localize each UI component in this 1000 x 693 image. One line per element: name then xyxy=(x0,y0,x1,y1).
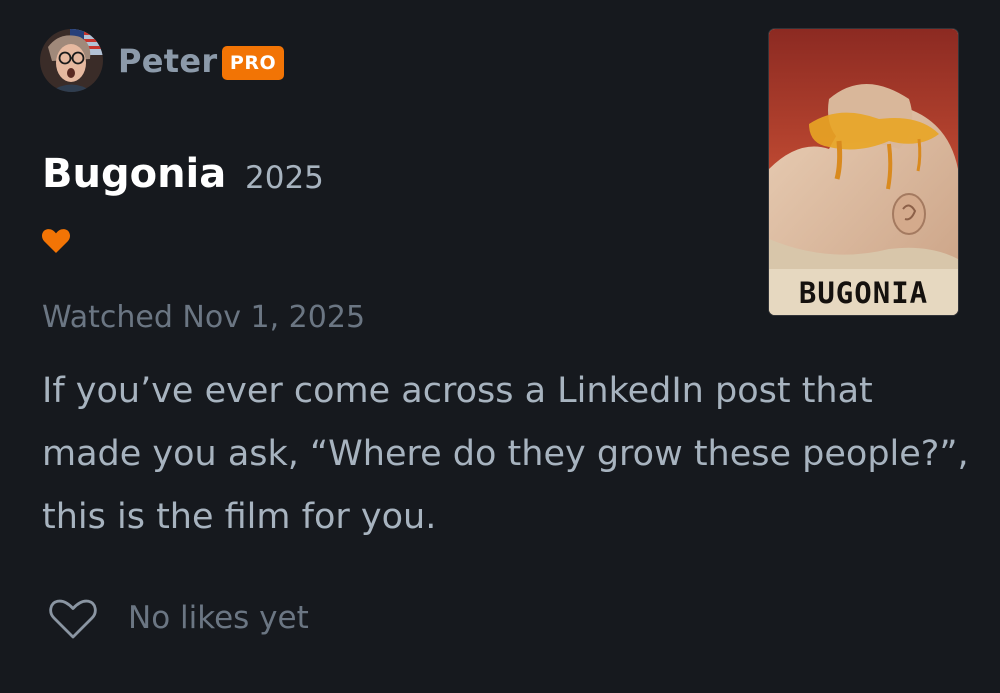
heart-outline-icon[interactable] xyxy=(48,597,98,641)
film-poster[interactable]: BUGONIA xyxy=(769,29,958,315)
poster-title: BUGONIA xyxy=(798,276,929,310)
review-text: If you’ve ever come across a LinkedIn po… xyxy=(42,371,969,537)
pro-badge: PRO xyxy=(222,46,284,80)
avatar-image xyxy=(40,29,103,92)
watched-date: Watched Nov 1, 2025 xyxy=(42,300,366,335)
review-screen: Peter PRO Bugonia 2025 Watched Nov 1, 20… xyxy=(0,0,1000,693)
poster-artwork xyxy=(769,29,958,315)
film-year[interactable]: 2025 xyxy=(245,156,324,200)
likes-count: No likes yet xyxy=(128,600,309,636)
username[interactable]: Peter xyxy=(118,41,217,81)
heart-filled-icon xyxy=(41,227,71,255)
avatar[interactable] xyxy=(40,29,103,92)
film-title[interactable]: Bugonia xyxy=(42,148,226,200)
